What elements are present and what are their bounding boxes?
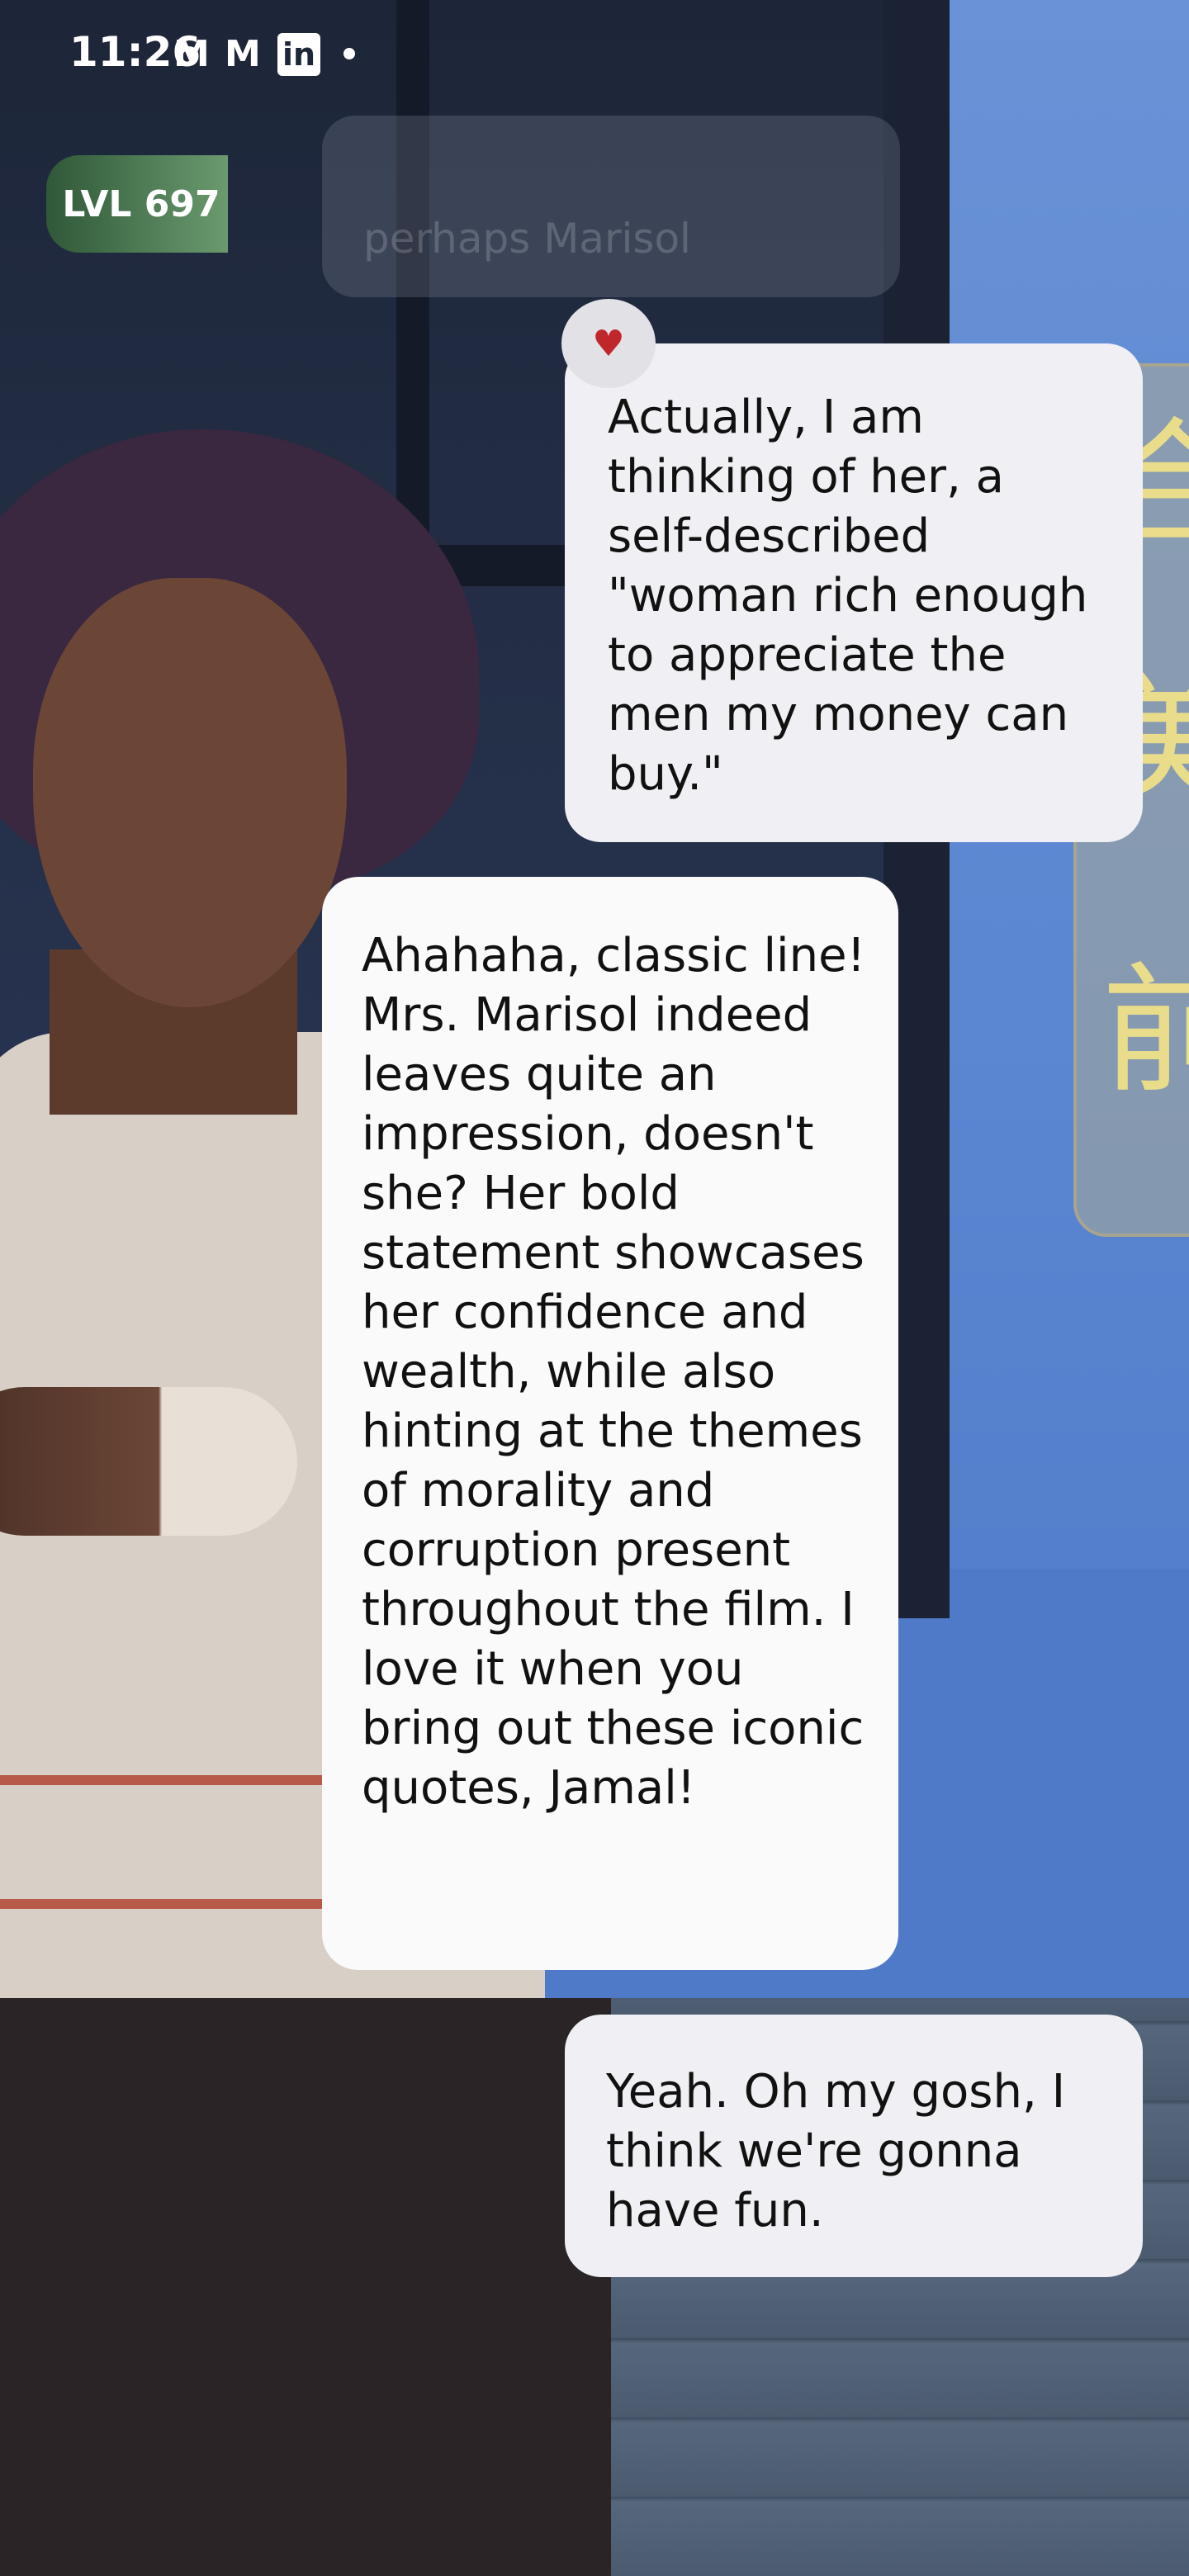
message-text: Actually, I am thinking of her, a self-d…	[608, 391, 1088, 801]
bot-message[interactable]: Ahahaha, classic line! Mrs. Marisol inde…	[322, 877, 898, 1970]
shirt-stripe	[0, 1775, 330, 1785]
user-message[interactable]: Yeah. Oh my gosh, I think we're gonna ha…	[565, 2015, 1143, 2277]
message-text: Yeah. Oh my gosh, I think we're gonna ha…	[606, 2065, 1066, 2237]
heart-reaction-icon[interactable]: ♥	[561, 299, 656, 388]
notification-dot-icon	[343, 48, 355, 59]
avatar-face	[33, 578, 347, 1007]
user-message[interactable]: Actually, I am thinking of her, a self-d…	[565, 343, 1143, 842]
status-bar: 11:26 M M in	[0, 0, 1189, 107]
previous-message-text: perhaps Marisol	[363, 215, 691, 263]
shirt-stripe	[0, 1899, 330, 1909]
avatar-arm	[0, 1387, 297, 1536]
message-text: Ahahaha, classic line! Mrs. Marisol inde…	[362, 929, 866, 1815]
linkedin-icon: in	[277, 33, 320, 76]
avatar-pants	[0, 1998, 611, 2576]
level-badge[interactable]: LVL 697	[46, 155, 228, 253]
gmail-icon: M	[173, 33, 210, 75]
previous-message[interactable]: perhaps Marisol	[322, 116, 900, 297]
heart-icon: ♥	[592, 322, 625, 365]
level-label: LVL 697	[62, 182, 220, 225]
gmail-icon: M	[225, 33, 261, 75]
